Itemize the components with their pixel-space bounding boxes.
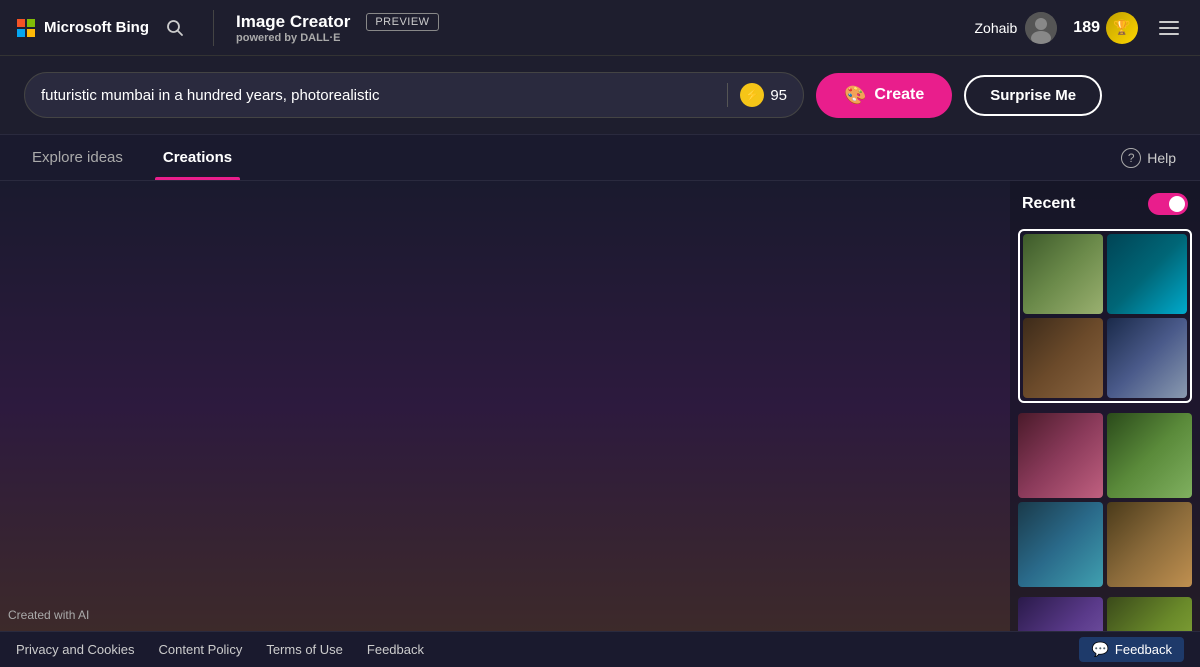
tabs-area: Explore ideas Creations ? Help: [0, 135, 1200, 181]
recent-thumbnail-1[interactable]: [1023, 234, 1103, 314]
coins-count: 189: [1073, 19, 1100, 37]
recent-label: Recent: [1022, 195, 1075, 213]
hamburger-menu-icon[interactable]: [1154, 13, 1184, 43]
main-content: Created with AI Recent: [0, 181, 1200, 634]
header: Microsoft Bing Image Creator PREVIEW pow…: [0, 0, 1200, 56]
help-button[interactable]: ? Help: [1121, 148, 1176, 168]
user-section[interactable]: Zohaib: [974, 12, 1057, 44]
recent-thumbnail-6[interactable]: [1107, 413, 1192, 498]
recent-thumbnail-3[interactable]: [1023, 318, 1103, 398]
create-button[interactable]: 🎨 Create: [816, 73, 952, 118]
tab-creations[interactable]: Creations: [155, 135, 240, 180]
feedback-icon: 💬: [1091, 641, 1108, 658]
create-label: Create: [874, 86, 924, 104]
coin-icon: 🏆: [1106, 12, 1138, 44]
created-with-ai-label: Created with AI: [8, 608, 89, 622]
boost-section: ⚡ 95: [727, 83, 787, 107]
header-divider: [213, 10, 214, 46]
image-grid-container: [0, 181, 1010, 634]
help-label: Help: [1147, 150, 1176, 166]
bing-logo[interactable]: Microsoft Bing: [16, 18, 149, 38]
powered-by: powered by DALL·E: [236, 32, 439, 44]
recent-thumbnail-7[interactable]: [1018, 502, 1103, 587]
search-area: ⚡ 95 🎨 Create Surprise Me: [0, 56, 1200, 135]
create-icon: 🎨: [844, 85, 866, 106]
recent-thumbnail-4[interactable]: [1107, 318, 1187, 398]
recent-thumbnail-5[interactable]: [1018, 413, 1103, 498]
surprise-label: Surprise Me: [990, 87, 1076, 104]
tab-explore-ideas[interactable]: Explore ideas: [24, 135, 131, 180]
recent-header: Recent: [1018, 193, 1192, 215]
user-name: Zohaib: [974, 20, 1017, 36]
search-input[interactable]: [41, 87, 727, 104]
feedback-label: Feedback: [1115, 642, 1172, 657]
content-policy-link[interactable]: Content Policy: [159, 642, 243, 657]
feedback-button[interactable]: 💬 Feedback: [1079, 637, 1184, 662]
bing-label: Microsoft Bing: [44, 19, 149, 36]
recent-thumbnail-9[interactable]: [1018, 597, 1103, 634]
boost-icon: ⚡: [740, 83, 764, 107]
search-icon[interactable]: [159, 12, 191, 44]
surprise-button[interactable]: Surprise Me: [964, 75, 1102, 116]
footer-feedback-link[interactable]: Feedback: [367, 642, 424, 657]
recent-thumbnail-10[interactable]: [1107, 597, 1192, 634]
recent-group-active: [1018, 229, 1192, 403]
terms-of-use-link[interactable]: Terms of Use: [266, 642, 343, 657]
header-right: Zohaib 189 🏆: [974, 12, 1184, 44]
recent-toggle[interactable]: [1148, 193, 1188, 215]
recent-thumbnail-2[interactable]: [1107, 234, 1187, 314]
image-grid: [501, 201, 509, 614]
recent-thumbnail-8[interactable]: [1107, 502, 1192, 587]
header-left: Microsoft Bing Image Creator PREVIEW pow…: [16, 10, 439, 46]
coins-section[interactable]: 189 🏆: [1073, 12, 1138, 44]
recent-panel: Recent: [1010, 181, 1200, 634]
avatar: [1025, 12, 1057, 44]
image-creator-section: Image Creator PREVIEW powered by DALL·E: [236, 12, 439, 44]
privacy-cookies-link[interactable]: Privacy and Cookies: [16, 642, 135, 657]
recent-group-3: [1018, 597, 1192, 634]
recent-group-2: [1018, 413, 1192, 587]
search-bar: ⚡ 95: [24, 72, 804, 118]
footer: Privacy and Cookies Content Policy Terms…: [0, 631, 1200, 667]
preview-badge: PREVIEW: [366, 13, 438, 31]
page-title: Image Creator: [236, 12, 350, 32]
help-icon: ?: [1121, 148, 1141, 168]
boost-count: 95: [770, 87, 787, 104]
windows-icon: [16, 18, 36, 38]
